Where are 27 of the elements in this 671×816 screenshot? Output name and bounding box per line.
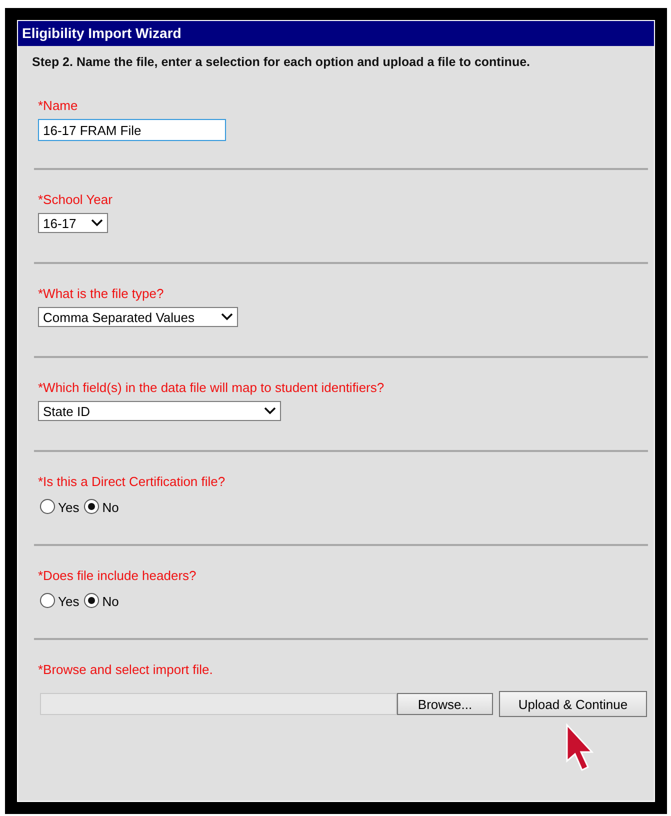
dropdown[interactable]: State ID xyxy=(38,401,281,421)
dropdown[interactable]: Comma Separated Values xyxy=(38,307,238,327)
field-label: *Is this a Direct Certification file? xyxy=(38,474,226,489)
chevron-down-icon xyxy=(91,219,103,227)
field-label: *Browse and select import file. xyxy=(38,662,213,677)
name-field[interactable]: 16-17 FRAM File xyxy=(38,119,226,141)
radio-button[interactable] xyxy=(40,592,55,608)
radio-label[interactable]: Yes xyxy=(58,500,80,515)
radio-label[interactable]: No xyxy=(102,500,119,515)
browse-button[interactable]: Browse... xyxy=(397,693,493,715)
chevron-down-icon xyxy=(264,407,276,415)
dropdown[interactable]: 16-17 xyxy=(38,213,108,233)
field-label: *Which field(s) in the data file will map to student identifiers? xyxy=(38,380,384,395)
chevron-down-icon xyxy=(221,313,233,321)
radio-button[interactable] xyxy=(84,498,100,514)
field-label: *School Year xyxy=(38,192,112,207)
file-path-field[interactable] xyxy=(40,693,397,715)
radio-label[interactable]: Yes xyxy=(58,594,80,609)
instructions: Step 2. Name the file, enter a selection for each option and upload a file to continue. xyxy=(31,54,531,69)
radio-button[interactable] xyxy=(84,592,100,608)
radio-button[interactable] xyxy=(40,498,55,514)
field-label: *What is the file type? xyxy=(38,286,164,301)
field-label: *Name xyxy=(38,98,78,113)
field-label: *Does file include headers? xyxy=(38,568,196,583)
radio-label[interactable]: No xyxy=(102,594,119,609)
upload-continue-button[interactable]: Upload & Continue xyxy=(499,691,647,717)
window-title: Eligibility Import Wizard xyxy=(18,21,654,46)
